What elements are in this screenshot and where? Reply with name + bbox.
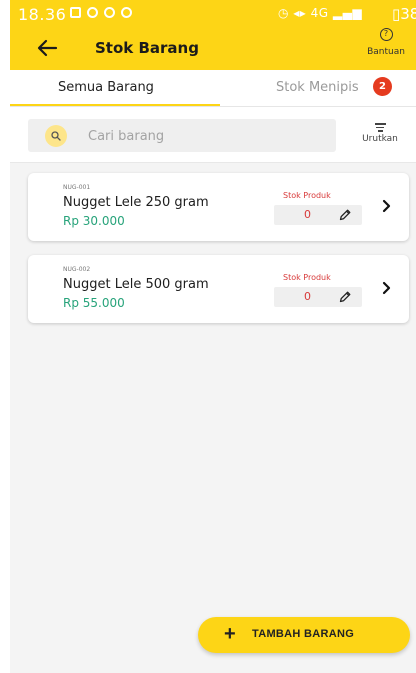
active-tab-indicator	[10, 104, 220, 106]
product-code: NUG-002	[63, 266, 91, 273]
search-icon	[45, 125, 67, 147]
product-card[interactable]: NUG-002 Nugget Lele 500 gram Rp 55.000 S…	[28, 255, 409, 323]
notification-icon	[121, 7, 132, 18]
tab-semua-barang[interactable]: Semua Barang	[58, 80, 154, 95]
stock-value: 0	[304, 290, 311, 303]
chevron-right-icon[interactable]	[380, 199, 392, 213]
sort-icon	[374, 123, 386, 132]
add-product-label: TAMBAH BARANG	[252, 628, 355, 640]
help-label: Bantuan	[367, 47, 405, 57]
network-type: 4G	[310, 6, 329, 20]
notification-icons	[70, 7, 132, 18]
notification-icon	[87, 7, 98, 18]
product-price: Rp 55.000	[63, 296, 125, 310]
search-row: Urutkan	[10, 107, 416, 163]
add-product-button[interactable]: + TAMBAH BARANG	[198, 617, 410, 653]
stock-label: Stok Produk	[283, 273, 331, 282]
status-network: ◷ ◂▸ 4G ▂▄▆	[278, 6, 363, 20]
help-button[interactable]: ? Bantuan	[360, 28, 412, 57]
stok-menipis-badge: 2	[373, 77, 392, 96]
notification-icon	[104, 7, 115, 18]
tab-stok-menipis[interactable]: Stok Menipis	[276, 80, 359, 95]
pencil-icon[interactable]	[338, 208, 352, 222]
product-card[interactable]: NUG-001 Nugget Lele 250 gram Rp 30.000 S…	[28, 173, 409, 241]
sort-label: Urutkan	[362, 133, 398, 144]
app-header: 18.36 ◷ ◂▸ 4G ▂▄▆ ▯38% Stok Barang ? Ban…	[10, 0, 416, 70]
sort-button[interactable]: Urutkan	[354, 123, 406, 144]
tab-bar: Semua Barang Stok Menipis 2	[10, 70, 416, 107]
battery-level: 38%	[400, 5, 416, 23]
question-circle-icon: ?	[379, 28, 393, 41]
stock-box: 0	[274, 287, 362, 307]
notification-icon	[70, 7, 81, 18]
app-screen: 18.36 ◷ ◂▸ 4G ▂▄▆ ▯38% Stok Barang ? Ban…	[10, 0, 416, 673]
status-bar: 18.36 ◷ ◂▸ 4G ▂▄▆ ▯38%	[10, 0, 416, 26]
stock-box: 0	[274, 205, 362, 225]
plus-icon: +	[224, 623, 236, 645]
stock-label: Stok Produk	[283, 191, 331, 200]
product-name: Nugget Lele 500 gram	[63, 277, 209, 292]
search-box[interactable]	[28, 119, 336, 152]
product-price: Rp 30.000	[63, 214, 125, 228]
search-input[interactable]	[88, 126, 318, 146]
status-time: 18.36	[18, 5, 67, 24]
arrow-left-icon[interactable]	[36, 37, 58, 59]
product-code: NUG-001	[63, 184, 91, 191]
chevron-right-icon[interactable]	[380, 281, 392, 295]
pencil-icon[interactable]	[338, 290, 352, 304]
product-name: Nugget Lele 250 gram	[63, 195, 209, 210]
stock-value: 0	[304, 208, 311, 221]
page-title: Stok Barang	[95, 39, 199, 57]
status-battery: ▯38%	[392, 5, 416, 23]
